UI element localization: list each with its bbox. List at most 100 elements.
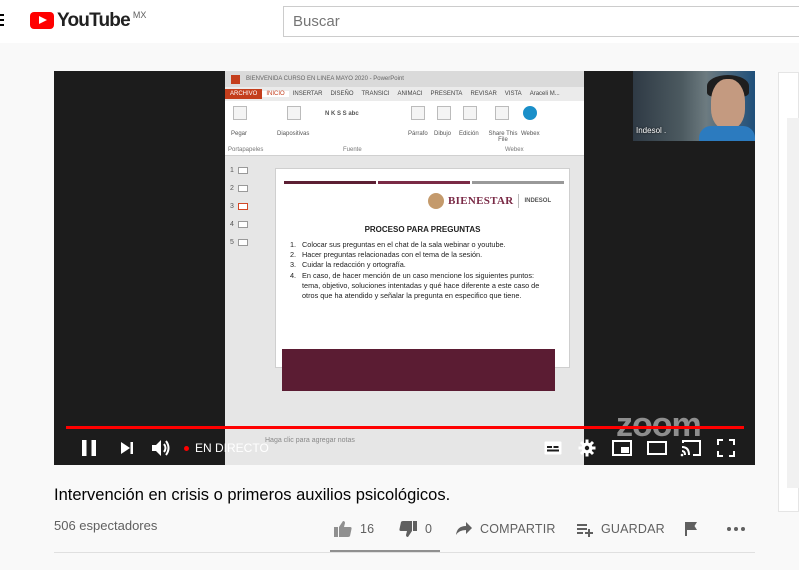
share-arrow-icon	[456, 522, 472, 535]
ppt-tab-slideshow: PRESENTA	[430, 91, 463, 97]
dislike-button[interactable]: 0	[398, 516, 432, 542]
dislike-count: 0	[425, 522, 433, 536]
viewer-count: 506 espectadores	[54, 518, 158, 533]
pause-icon[interactable]	[78, 437, 100, 459]
save-label: GUARDAR	[601, 522, 665, 536]
new-slide-icon	[287, 106, 301, 120]
ppt-user-name: Araceli M...	[529, 91, 560, 97]
slide-list-item: 1. Colocar sus preguntas en el chat de la…	[290, 240, 506, 249]
logo-text: YouTube	[57, 10, 131, 31]
live-label: EN DIRECTO	[195, 441, 269, 455]
powerpoint-icon	[231, 74, 240, 84]
fullscreen-icon[interactable]	[715, 437, 737, 459]
theater-mode-icon[interactable]	[646, 437, 668, 459]
ribbon-webex-label: Webex	[521, 131, 540, 137]
top-bar: YouTube MX	[0, 0, 799, 43]
volume-icon[interactable]	[150, 437, 172, 459]
ribbon-share-label: Share This File	[488, 131, 518, 143]
slide-list: 1. Colocar sus preguntas en el chat de la…	[290, 240, 552, 301]
video-title: Intervención en crisis o primeros auxili…	[54, 486, 451, 504]
slide-list-item: 2. Hacer preguntas relacionadas con el te…	[290, 250, 483, 260]
share-label: COMPARTIR	[480, 522, 556, 536]
slide-thumbnails: 1 2 3 4 5	[230, 161, 248, 251]
search-input[interactable]	[284, 7, 799, 36]
cast-icon[interactable]	[680, 437, 702, 459]
slide-thumbnail: 1	[230, 161, 248, 179]
settings-gear-icon[interactable]	[577, 437, 597, 459]
ppt-tab-animations: ANIMACI	[397, 91, 423, 97]
camera-label: Indesol .	[636, 126, 667, 135]
ppt-title-bar: BIENVENIDA CURSO EN LINEA MAYO 2020 - Po…	[225, 71, 584, 87]
ribbon-editing-label: Edición	[459, 131, 479, 137]
ppt-tab-design: DISEÑO	[330, 91, 354, 97]
slide-list-item: 3. Cuidar la redacción y ortografía.	[290, 260, 406, 270]
ribbon-slides-label: Diapositivas	[277, 131, 310, 137]
hamburger-menu-icon[interactable]	[0, 14, 4, 28]
ribbon-paragraph-label: Párrafo	[408, 131, 428, 137]
paragraph-icon	[411, 106, 425, 120]
presenter-face	[711, 79, 745, 129]
search-box	[283, 6, 799, 37]
ppt-workspace: 1 2 3 4 5 BIENESTAR INDESOL PROCESO PARA…	[225, 156, 584, 465]
flag-icon	[685, 522, 697, 536]
ppt-ribbon: Pegar Diapositivas N K S S abc Párrafo D…	[225, 101, 584, 156]
ppt-tab-transitions: TRANSICI	[361, 91, 390, 97]
ppt-window-title: BIENVENIDA CURSO EN LINEA MAYO 2020 - Po…	[246, 76, 404, 82]
live-indicator[interactable]: EN DIRECTO	[184, 437, 269, 459]
brand-sub: INDESOL	[524, 198, 552, 204]
live-dot-icon	[184, 445, 189, 451]
ppt-ribbon-tabs: ARCHIVO INICIO INSERTAR DISEÑO TRANSICI …	[225, 87, 584, 101]
thumbs-down-icon	[399, 521, 417, 537]
group-webex-label: Webex	[505, 147, 524, 153]
slide-thumbnail: 2	[230, 179, 248, 197]
add-to-playlist-icon	[577, 524, 593, 537]
slide-thumbnail: 4	[230, 215, 248, 233]
ribbon-drawing-label: Dibujo	[434, 131, 452, 137]
like-button[interactable]: 16	[333, 516, 374, 542]
editing-icon	[463, 106, 477, 120]
section-divider	[54, 552, 755, 553]
more-actions-button[interactable]	[726, 516, 746, 542]
ppt-tab-insert: INSERTAR	[292, 91, 323, 97]
report-button[interactable]	[684, 516, 698, 542]
slide-heading: PROCESO PARA PREGUNTAS	[364, 225, 481, 234]
slide-header-stripes	[284, 181, 564, 184]
slide-thumbnail-selected: 3	[230, 197, 248, 215]
ribbon-paste-label: Pegar	[231, 131, 248, 137]
like-count: 16	[360, 522, 375, 536]
subtitles-icon[interactable]	[543, 437, 563, 459]
next-icon[interactable]	[117, 437, 137, 459]
webex-icon	[523, 106, 537, 120]
video-player[interactable]: BIENVENIDA CURSO EN LINEA MAYO 2020 - Po…	[54, 71, 755, 465]
drawing-icon	[437, 106, 451, 120]
side-panel	[778, 72, 799, 512]
ppt-tab-file: ARCHIVO	[225, 89, 263, 99]
ppt-tab-view: VISTA	[504, 91, 522, 97]
government-seal-icon	[428, 193, 444, 209]
share-file-icon	[495, 106, 509, 120]
slide-list-item: 4. En caso, de hacer mención de un caso m…	[290, 270, 540, 301]
player-controls: EN DIRECTO	[54, 431, 755, 465]
slide-thumbnail: 5	[230, 233, 248, 251]
webcam-thumbnail: Indesol .	[633, 71, 755, 141]
slide-canvas: BIENESTAR INDESOL PROCESO PARA PREGUNTAS…	[275, 168, 570, 368]
logo-country-code: MX	[132, 10, 147, 20]
group-clipboard-label: Portapapeles	[228, 147, 264, 153]
shared-powerpoint-window: BIENVENIDA CURSO EN LINEA MAYO 2020 - Po…	[225, 71, 584, 465]
share-button[interactable]: COMPARTIR	[455, 516, 556, 542]
slide-footer-band	[282, 349, 555, 391]
ppt-tab-review: REVISAR	[470, 91, 497, 97]
ppt-tab-home: INICIO	[262, 91, 289, 97]
brand-name: BIENESTAR	[448, 195, 514, 207]
progress-bar[interactable]	[66, 426, 744, 429]
more-horizontal-icon	[727, 527, 745, 531]
youtube-play-icon	[30, 12, 54, 29]
paste-icon	[233, 106, 247, 120]
font-format-buttons: N K S S abc	[325, 111, 359, 117]
youtube-logo[interactable]: YouTube MX	[30, 10, 146, 32]
bienestar-logo: BIENESTAR INDESOL	[428, 193, 551, 209]
group-font-label: Fuente	[343, 147, 362, 153]
thumbs-up-icon	[334, 521, 352, 537]
save-button[interactable]: GUARDAR	[576, 516, 665, 542]
miniplayer-icon[interactable]	[611, 437, 633, 459]
